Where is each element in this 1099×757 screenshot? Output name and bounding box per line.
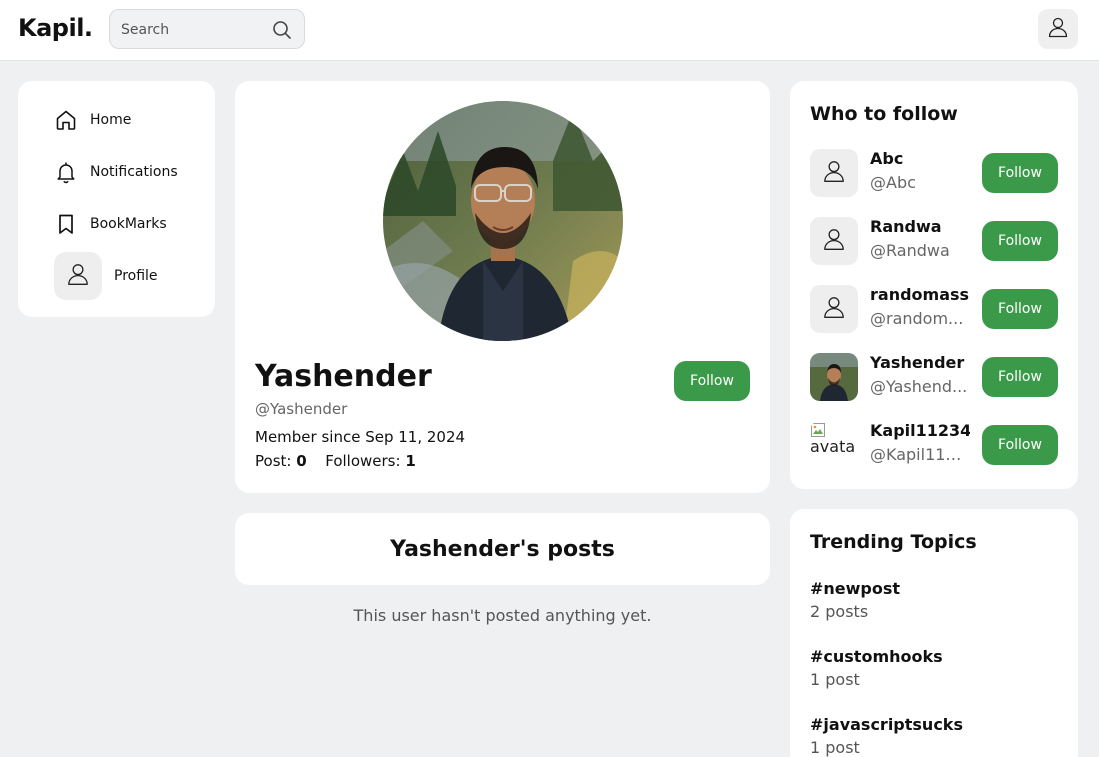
followers-count: 1 xyxy=(405,452,416,470)
sidebar-item-bookmarks[interactable]: BookMarks xyxy=(54,212,167,236)
avatar-alt-text: avata xyxy=(810,437,856,456)
trending-topic[interactable]: #javascriptsucks 1 post xyxy=(810,715,963,757)
user-icon xyxy=(821,158,847,189)
trending-title: Trending Topics xyxy=(810,531,977,553)
sidebar-item-label: BookMarks xyxy=(90,216,167,232)
profile-card: Yashender Follow @Yashender Member since… xyxy=(235,81,770,493)
profile-stats: Post: 0 Followers: 1 xyxy=(255,452,416,470)
follow-button[interactable]: Follow xyxy=(982,153,1058,193)
suggestion-handle: @Randwa xyxy=(870,241,950,260)
posts-count: 0 xyxy=(296,452,307,470)
search-input[interactable] xyxy=(121,19,271,41)
follow-button[interactable]: Follow xyxy=(982,425,1058,465)
suggestion-name[interactable]: Yashender xyxy=(870,353,970,372)
user-icon xyxy=(821,294,847,325)
trending-topic[interactable]: #newpost 2 posts xyxy=(810,579,900,621)
profile-photo xyxy=(383,101,623,341)
followers-label: Followers: xyxy=(325,452,401,470)
suggestion-name[interactable]: Kapil112345 xyxy=(870,421,970,440)
suggestion-handle: @Abc xyxy=(870,173,916,192)
app-logo[interactable]: Kapil. xyxy=(18,14,93,42)
suggestion-item: randomass @random... Follow xyxy=(810,285,1058,333)
posts-label: Post: xyxy=(255,452,292,470)
suggestion-name[interactable]: Randwa xyxy=(870,217,970,236)
broken-image: avata xyxy=(810,421,858,469)
bell-icon xyxy=(54,160,78,184)
user-icon xyxy=(821,226,847,257)
member-since: Member since Sep 11, 2024 xyxy=(255,428,466,446)
bookmark-icon xyxy=(54,212,78,236)
sidebar-item-label: Profile xyxy=(114,268,158,284)
sidebar-item-label: Notifications xyxy=(90,164,178,180)
broken-image-icon xyxy=(811,422,825,437)
topic-tag[interactable]: #newpost xyxy=(810,579,900,598)
who-to-follow-title: Who to follow xyxy=(810,103,958,125)
home-icon xyxy=(54,108,78,132)
suggestion-item: Abc @Abc Follow xyxy=(810,149,1058,197)
topic-tag[interactable]: #customhooks xyxy=(810,647,943,666)
avatar xyxy=(54,252,102,300)
who-to-follow-card: Who to follow Abc @Abc Follow Randwa @Ra… xyxy=(790,81,1078,489)
sidebar-nav: Home Notifications BookMarks Profile xyxy=(18,81,215,317)
posts-title: Yashender's posts xyxy=(390,536,615,562)
suggestion-item: Randwa @Randwa Follow xyxy=(810,217,1058,265)
suggestion-item: avata Kapil112345 @Kapil1123... Follow xyxy=(810,421,1058,469)
sidebar-item-home[interactable]: Home xyxy=(54,108,131,132)
search-box[interactable] xyxy=(109,9,305,49)
topic-tag[interactable]: #javascriptsucks xyxy=(810,715,963,734)
user-icon xyxy=(1046,15,1070,44)
header-user-avatar[interactable] xyxy=(1038,9,1078,49)
suggestion-item: Yashender @Yashend... Follow xyxy=(810,353,1058,401)
sidebar-item-notifications[interactable]: Notifications xyxy=(54,160,178,184)
trending-topic[interactable]: #customhooks 1 post xyxy=(810,647,943,689)
top-header: Kapil. xyxy=(0,0,1099,61)
sidebar-item-profile[interactable]: Profile xyxy=(54,252,158,300)
trending-topics-card: Trending Topics #newpost 2 posts #custom… xyxy=(790,509,1078,757)
empty-posts-message: This user hasn't posted anything yet. xyxy=(353,606,652,625)
avatar[interactable] xyxy=(810,217,858,265)
follow-button[interactable]: Follow xyxy=(674,361,750,401)
avatar[interactable] xyxy=(810,149,858,197)
avatar[interactable]: avata xyxy=(810,421,858,469)
suggestion-handle: @Kapil1123... xyxy=(870,445,968,464)
topic-count: 1 post xyxy=(810,670,860,689)
follow-button[interactable]: Follow xyxy=(982,289,1058,329)
profile-name: Yashender xyxy=(255,359,432,394)
sidebar-item-label: Home xyxy=(90,112,132,128)
suggestion-name[interactable]: randomass xyxy=(870,285,970,304)
follow-button[interactable]: Follow xyxy=(982,357,1058,397)
suggestion-handle: @Yashend... xyxy=(870,377,968,396)
suggestion-handle: @random... xyxy=(870,309,964,328)
user-photo xyxy=(810,353,858,401)
follow-button[interactable]: Follow xyxy=(982,221,1058,261)
user-icon xyxy=(65,261,91,292)
posts-header-card: Yashender's posts xyxy=(235,513,770,585)
topic-count: 1 post xyxy=(810,738,860,757)
topic-count: 2 posts xyxy=(810,602,869,621)
profile-handle: @Yashender xyxy=(255,400,348,418)
search-icon[interactable] xyxy=(272,20,292,40)
avatar[interactable] xyxy=(810,353,858,401)
suggestion-name[interactable]: Abc xyxy=(870,149,970,168)
avatar[interactable] xyxy=(810,285,858,333)
